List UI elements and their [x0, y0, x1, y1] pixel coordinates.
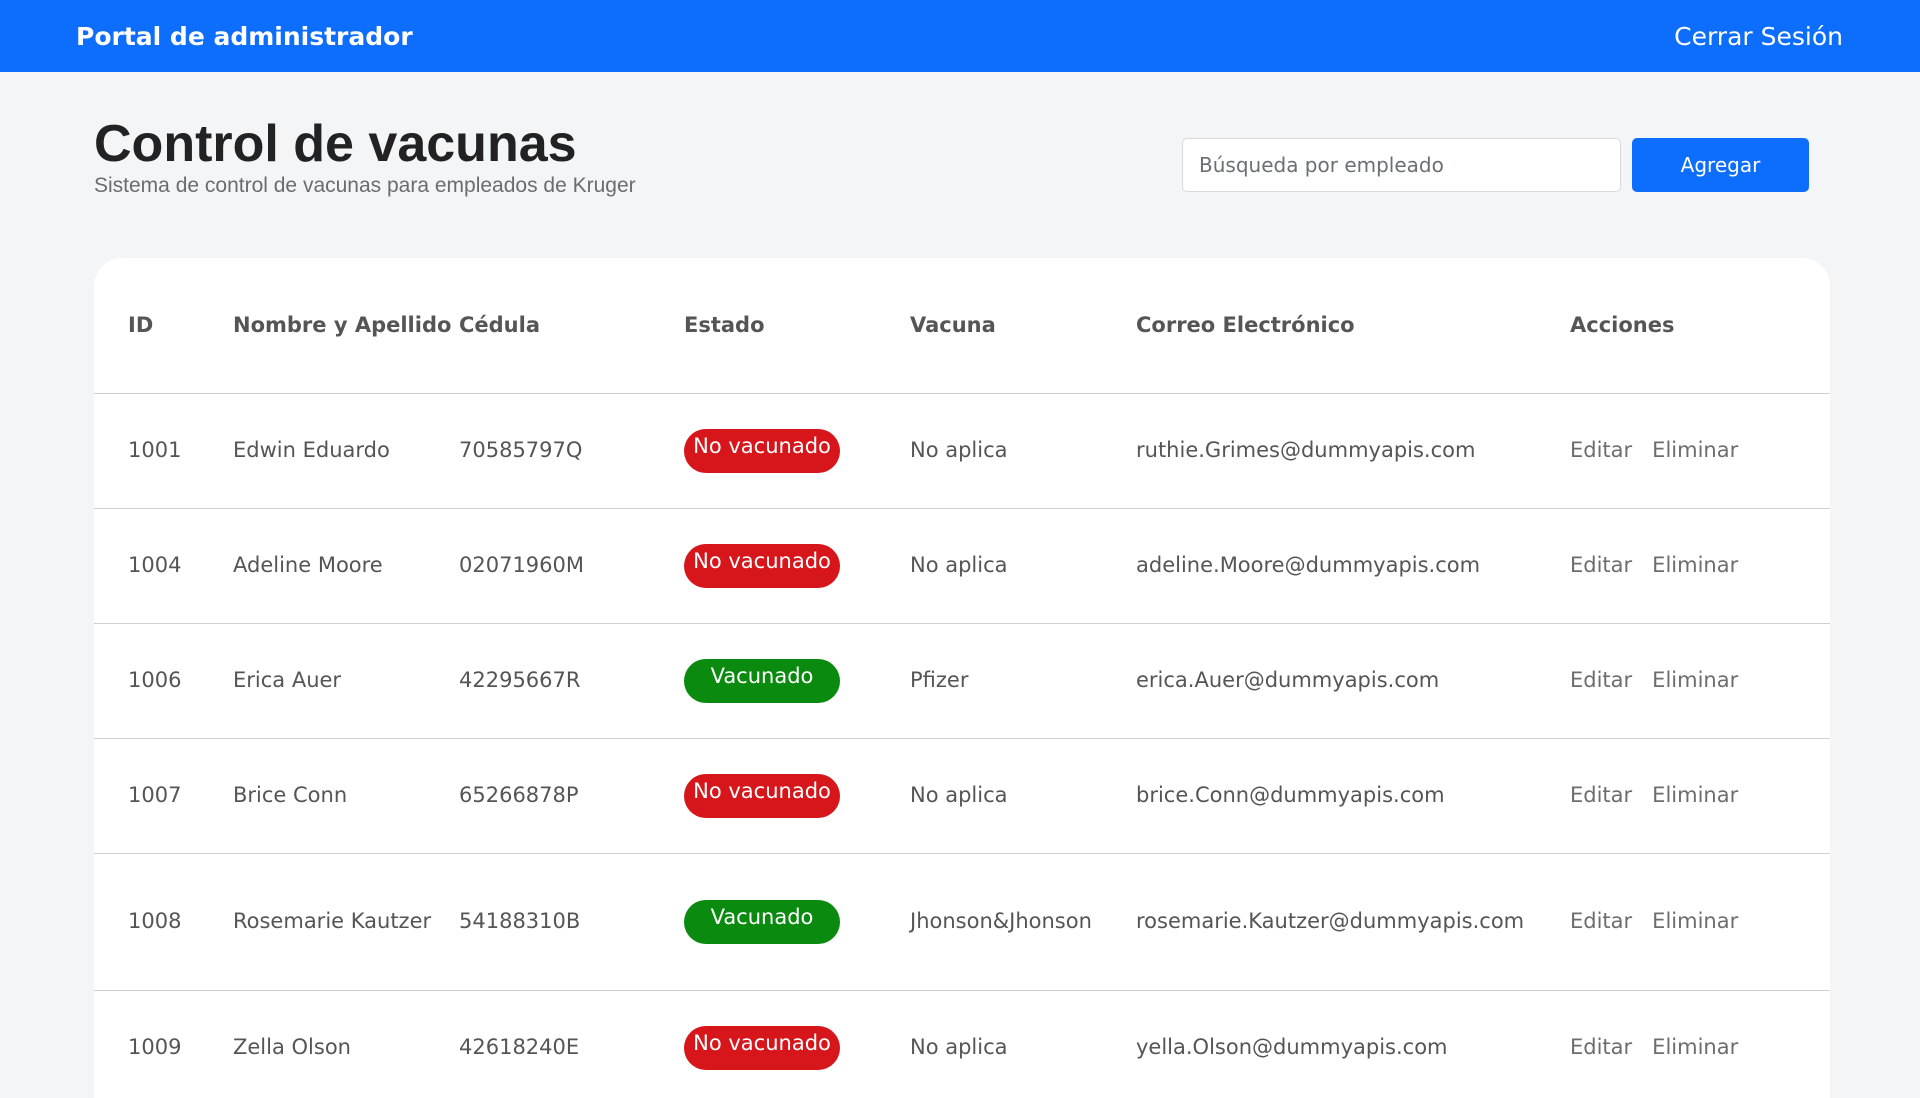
cell-acciones: Editar Eliminar — [1570, 393, 1830, 509]
status-badge: No vacunado — [684, 1025, 840, 1070]
cell-acciones: Editar Eliminar — [1570, 990, 1830, 1098]
cell-vacuna: No aplica — [910, 393, 1136, 509]
cell-vacuna: Pfizer — [910, 623, 1136, 739]
cell-acciones: Editar Eliminar — [1570, 623, 1830, 739]
delete-link[interactable]: Eliminar — [1652, 553, 1738, 577]
cell-cedula: 65266878P — [459, 738, 684, 854]
add-button[interactable]: Agregar — [1632, 138, 1809, 192]
cell-cedula: 42618240E — [459, 990, 684, 1098]
brand-title[interactable]: Portal de administrador — [76, 22, 413, 51]
column-header-name: Nombre y Apellido — [233, 258, 459, 394]
column-header-acciones: Acciones — [1570, 258, 1830, 394]
delete-link[interactable]: Eliminar — [1652, 438, 1738, 462]
cell-estado: Vacunado — [684, 853, 910, 991]
cell-vacuna: No aplica — [910, 508, 1136, 624]
cell-acciones: Editar Eliminar — [1570, 508, 1830, 624]
cell-estado: No vacunado — [684, 393, 910, 509]
page-title: Control de vacunas — [94, 115, 577, 173]
table-row: 1007 Brice Conn 65266878P No vacunado No apl… — [94, 738, 1830, 854]
cell-correo: ruthie.Grimes@dummyapis.com — [1136, 393, 1570, 509]
table-row: 1004 Adeline Moore 02071960M No vacunado No … — [94, 508, 1830, 624]
cell-name: Zella Olson — [233, 990, 459, 1098]
table-row: 1008 Rosemarie Kautzer 54188310B Vacunado Jh… — [94, 853, 1830, 991]
status-badge: No vacunado — [684, 428, 840, 473]
cell-estado: No vacunado — [684, 990, 910, 1098]
delete-link[interactable]: Eliminar — [1652, 1035, 1738, 1059]
cell-correo: erica.Auer@dummyapis.com — [1136, 623, 1570, 739]
cell-name: Rosemarie Kautzer — [233, 853, 459, 991]
table-row: 1009 Zella Olson 42618240E No vacunado No ap… — [94, 990, 1830, 1098]
delete-link[interactable]: Eliminar — [1652, 668, 1738, 692]
cell-name: Adeline Moore — [233, 508, 459, 624]
edit-link[interactable]: Editar — [1570, 553, 1632, 577]
edit-link[interactable]: Editar — [1570, 909, 1632, 933]
cell-name: Erica Auer — [233, 623, 459, 739]
cell-vacuna: No aplica — [910, 738, 1136, 854]
cell-correo: yella.Olson@dummyapis.com — [1136, 990, 1570, 1098]
cell-correo: adeline.Moore@dummyapis.com — [1136, 508, 1570, 624]
status-badge: Vacunado — [684, 658, 840, 703]
cell-name: Brice Conn — [233, 738, 459, 854]
status-badge: No vacunado — [684, 543, 840, 588]
page-header: Control de vacunas Sistema de control de… — [94, 112, 1810, 212]
cell-cedula: 02071960M — [459, 508, 684, 624]
employee-search-input[interactable] — [1182, 138, 1621, 192]
page-subtitle: Sistema de control de vacunas para emple… — [94, 174, 636, 197]
cell-id: 1009 — [94, 990, 233, 1098]
cell-id: 1001 — [94, 393, 233, 509]
cell-correo: brice.Conn@dummyapis.com — [1136, 738, 1570, 854]
cell-id: 1007 — [94, 738, 233, 854]
logout-link[interactable]: Cerrar Sesión — [1674, 22, 1844, 51]
top-navbar: Portal de administrador Cerrar Sesión — [0, 0, 1920, 72]
edit-link[interactable]: Editar — [1570, 783, 1632, 807]
cell-id: 1004 — [94, 508, 233, 624]
edit-link[interactable]: Editar — [1570, 438, 1632, 462]
cell-id: 1006 — [94, 623, 233, 739]
cell-vacuna: No aplica — [910, 990, 1136, 1098]
cell-cedula: 42295667R — [459, 623, 684, 739]
delete-link[interactable]: Eliminar — [1652, 909, 1738, 933]
status-badge: Vacunado — [684, 899, 840, 944]
status-badge: No vacunado — [684, 773, 840, 818]
cell-vacuna: Jhonson&Jhonson — [910, 853, 1136, 991]
cell-estado: No vacunado — [684, 738, 910, 854]
column-header-cedula: Cédula — [459, 258, 684, 394]
cell-acciones: Editar Eliminar — [1570, 738, 1830, 854]
cell-correo: rosemarie.Kautzer@dummyapis.com — [1136, 853, 1570, 991]
cell-name: Edwin Eduardo — [233, 393, 459, 509]
table-header-row: ID Nombre y Apellido Cédula Estado Vacun… — [94, 258, 1830, 394]
column-header-correo: Correo Electrónico — [1136, 258, 1570, 394]
cell-id: 1008 — [94, 853, 233, 991]
column-header-vacuna: Vacuna — [910, 258, 1136, 394]
column-header-id: ID — [94, 258, 233, 394]
cell-cedula: 54188310B — [459, 853, 684, 991]
cell-cedula: 70585797Q — [459, 393, 684, 509]
cell-estado: No vacunado — [684, 508, 910, 624]
employees-table: ID Nombre y Apellido Cédula Estado Vacun… — [94, 258, 1830, 1098]
employees-table-card: ID Nombre y Apellido Cédula Estado Vacun… — [94, 258, 1830, 1098]
delete-link[interactable]: Eliminar — [1652, 783, 1738, 807]
column-header-estado: Estado — [684, 258, 910, 394]
cell-estado: Vacunado — [684, 623, 910, 739]
edit-link[interactable]: Editar — [1570, 668, 1632, 692]
table-row: 1006 Erica Auer 42295667R Vacunado Pfizer eri… — [94, 623, 1830, 739]
table-row: 1001 Edwin Eduardo 70585797Q No vacunado No … — [94, 393, 1830, 509]
table-body: 1001 Edwin Eduardo 70585797Q No vacunado No … — [94, 393, 1830, 1098]
edit-link[interactable]: Editar — [1570, 1035, 1632, 1059]
cell-acciones: Editar Eliminar — [1570, 853, 1830, 991]
